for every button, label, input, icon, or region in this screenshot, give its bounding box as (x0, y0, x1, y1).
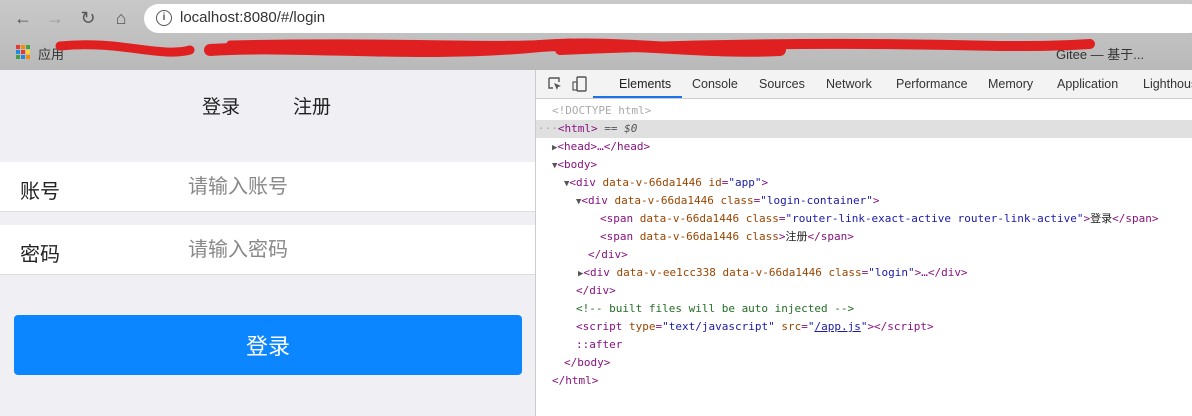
tree-node[interactable]: <!DOCTYPE html> (536, 102, 1192, 120)
attr-name: data-v-66da1446 class (639, 230, 779, 243)
node-text: 登录 (1090, 212, 1113, 225)
redaction-scribble (55, 38, 1095, 58)
tab-login[interactable]: 登录 (202, 92, 240, 119)
doctype-text: <!DOCTYPE html> (552, 104, 652, 117)
devtools-panel: Elements Console Sources Network Perform… (535, 70, 1192, 416)
tab-register[interactable]: 注册 (293, 92, 331, 119)
tag-text: </html> (552, 374, 599, 387)
attr-value: "login" (868, 266, 915, 279)
home-icon[interactable]: ⌂ (110, 8, 132, 29)
tree-node[interactable]: ▼<body> (536, 156, 1192, 174)
selected-marker: == $0 (597, 122, 638, 135)
pseudo-element: ::after (576, 338, 623, 351)
tree-node[interactable]: ▼<div data-v-66da1446 id="app"> (536, 174, 1192, 192)
tree-node[interactable]: <script type="text/javascript" src="/app… (536, 318, 1192, 336)
tab-network[interactable]: Network (826, 77, 872, 91)
account-row: 账号 (0, 162, 535, 212)
tab-memory[interactable]: Memory (988, 77, 1033, 91)
password-row: 密码 (0, 225, 535, 275)
comment-text: <!-- built files will be auto injected -… (576, 302, 855, 315)
password-label: 密码 (20, 244, 60, 266)
reload-icon[interactable]: ↻ (77, 8, 99, 29)
ellipsis-icon: ··· (538, 122, 558, 135)
password-input[interactable] (188, 233, 508, 267)
attr-value: "router-link-exact-active router-link-ac… (785, 212, 1084, 225)
tree-node[interactable]: </div> (536, 246, 1192, 264)
attr-name: id (708, 176, 722, 189)
account-input[interactable] (188, 170, 508, 204)
attr-value: "login-container" (760, 194, 873, 207)
tab-elements[interactable]: Elements (619, 77, 671, 91)
tree-node[interactable]: ▼<div data-v-66da1446 class="login-conta… (536, 192, 1192, 210)
tab-application[interactable]: Application (1057, 77, 1118, 91)
tree-node[interactable]: ::after (536, 336, 1192, 354)
tag-text: </body> (564, 356, 611, 369)
attr-name: class (828, 266, 862, 279)
tree-node[interactable]: ▶<head>…</head> (536, 138, 1192, 156)
attr-name: class (720, 194, 754, 207)
tree-node-selected[interactable]: ···<html> == $0 (536, 120, 1192, 138)
inspect-icon[interactable] (547, 76, 563, 92)
tree-node[interactable]: <span data-v-66da1446 class="router-link… (536, 210, 1192, 228)
devtools-tabs: Elements Console Sources Network Perform… (536, 70, 1192, 99)
active-tab-indicator (593, 96, 682, 98)
dom-tree: <!DOCTYPE html> ···<html> == $0 ▶<head>…… (536, 102, 1192, 390)
attr-name: data-v-66da1446 (639, 212, 746, 225)
tree-node[interactable]: </body> (536, 354, 1192, 372)
attr-name: data-v-ee1cc338 data-v-66da1446 (616, 266, 829, 279)
attr-name: data-v-66da1446 (602, 176, 709, 189)
tag-text: <head>…</head> (557, 140, 651, 153)
browser-toolbar: ← → ↻ ⌂ i localhost:8080/#/login 应用 Gite… (0, 0, 1192, 70)
tab-sources[interactable]: Sources (759, 77, 805, 91)
app-page: 登录 注册 账号 密码 登录 (0, 70, 535, 416)
tab-console[interactable]: Console (692, 77, 738, 91)
tag-text: <html> (557, 122, 598, 135)
node-text: 注册 (785, 230, 808, 243)
tree-node[interactable]: </div> (536, 282, 1192, 300)
tab-lighthouse[interactable]: Lighthouse (1143, 77, 1192, 91)
forward-icon[interactable]: → (44, 8, 66, 29)
attr-name: type (628, 320, 656, 333)
script-src-link[interactable]: /app.js (814, 320, 860, 333)
attr-name: src (774, 320, 802, 333)
attr-value: "text/javascript" (662, 320, 775, 333)
account-label: 账号 (20, 181, 60, 203)
tab-performance[interactable]: Performance (896, 77, 968, 91)
tree-node[interactable]: <!-- built files will be auto injected -… (536, 300, 1192, 318)
tree-node[interactable]: </html> (536, 372, 1192, 390)
tag-text: <body> (557, 158, 598, 171)
info-icon[interactable]: i (156, 10, 172, 26)
url-text[interactable]: localhost:8080/#/login (180, 9, 325, 26)
attr-name: data-v-66da1446 (614, 194, 721, 207)
back-icon[interactable]: ← (12, 8, 34, 29)
login-button[interactable]: 登录 (14, 315, 522, 375)
tree-node[interactable]: ▶<div data-v-ee1cc338 data-v-66da1446 cl… (536, 264, 1192, 282)
attr-value: "app" (728, 176, 762, 189)
attr-name: class (745, 212, 779, 225)
device-toolbar-icon[interactable] (572, 76, 588, 92)
address-bar[interactable]: i localhost:8080/#/login (144, 4, 1192, 33)
tree-node[interactable]: <span data-v-66da1446 class>注册</span> (536, 228, 1192, 246)
